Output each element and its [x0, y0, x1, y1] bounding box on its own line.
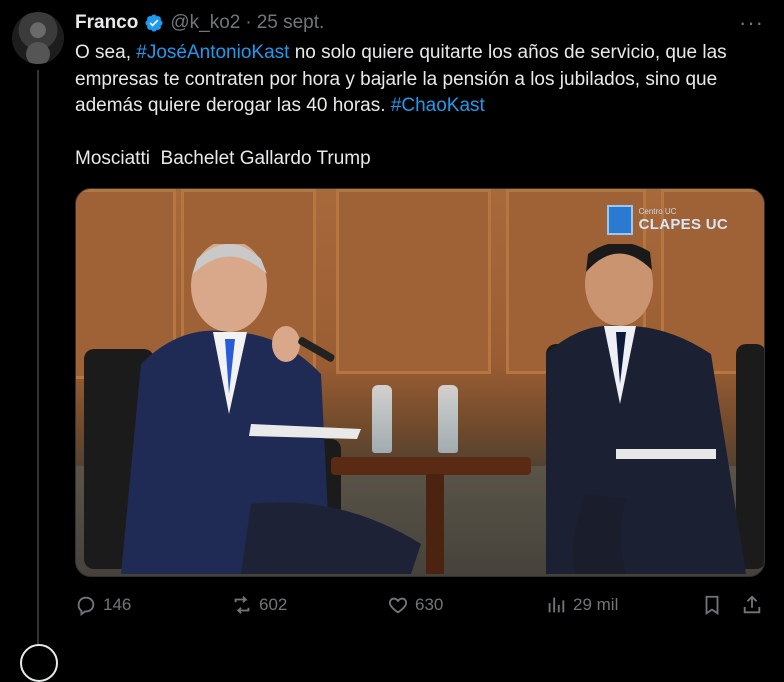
speaker-left-figure — [121, 244, 421, 574]
like-button[interactable]: 630 — [387, 594, 443, 616]
tweet[interactable]: Franco @k_ko2 · 25 sept. ··· O sea, #Jos… — [0, 0, 784, 682]
reply-button[interactable]: 146 — [75, 594, 131, 616]
speaker-right-figure — [546, 244, 746, 574]
share-icon — [743, 595, 761, 614]
logo-text: CLAPES UC — [638, 216, 728, 233]
bookmark-icon — [705, 595, 719, 615]
views-icon — [548, 597, 565, 613]
logo-caption: Centro UC — [638, 207, 677, 216]
video-media[interactable]: Centro UC CLAPES UC — [75, 188, 765, 577]
table-leg — [426, 474, 444, 574]
author-handle[interactable]: @k_ko2 — [170, 12, 240, 34]
logo-icon — [606, 205, 633, 235]
water-bottle — [372, 385, 392, 453]
views-count: 29 mil — [573, 595, 619, 614]
repost-count: 602 — [259, 595, 288, 614]
text-part: O sea, — [75, 42, 137, 63]
like-icon — [388, 597, 408, 614]
author-name[interactable]: Franco — [75, 12, 138, 34]
hashtag-link[interactable]: #ChaoKast — [391, 95, 485, 116]
verified-badge-icon — [145, 14, 163, 32]
avatar[interactable] — [12, 12, 64, 64]
more-icon[interactable]: ··· — [739, 10, 764, 36]
like-count: 630 — [415, 595, 444, 614]
water-bottle — [438, 385, 458, 453]
hashtag-link[interactable]: #JoséAntonioKast — [136, 42, 289, 63]
coffee-table — [331, 457, 531, 475]
repost-button[interactable]: 602 — [231, 594, 287, 616]
bookmark-button[interactable] — [701, 594, 723, 616]
views-button[interactable]: 29 mil — [545, 594, 618, 616]
names-line: Mosciatti Bachelet Gallardo Trump — [75, 148, 371, 169]
tweet-text: O sea, #JoséAntonioKast no solo quiere q… — [75, 40, 765, 120]
separator: · — [245, 12, 252, 33]
action-bar: 146 602 630 29 mil — [75, 594, 765, 620]
repost-icon — [234, 596, 250, 614]
share-button[interactable] — [741, 594, 763, 616]
logo-text-group: Centro UC CLAPES UC — [639, 207, 728, 233]
thread-line — [37, 70, 39, 646]
next-avatar[interactable] — [20, 644, 58, 682]
reply-count: 146 — [103, 595, 132, 614]
clapes-logo: Centro UC CLAPES UC — [606, 205, 728, 235]
post-date[interactable]: 25 sept. — [257, 12, 325, 34]
tweet-header: Franco @k_ko2 · 25 sept. — [75, 12, 324, 34]
reply-icon — [77, 596, 95, 616]
